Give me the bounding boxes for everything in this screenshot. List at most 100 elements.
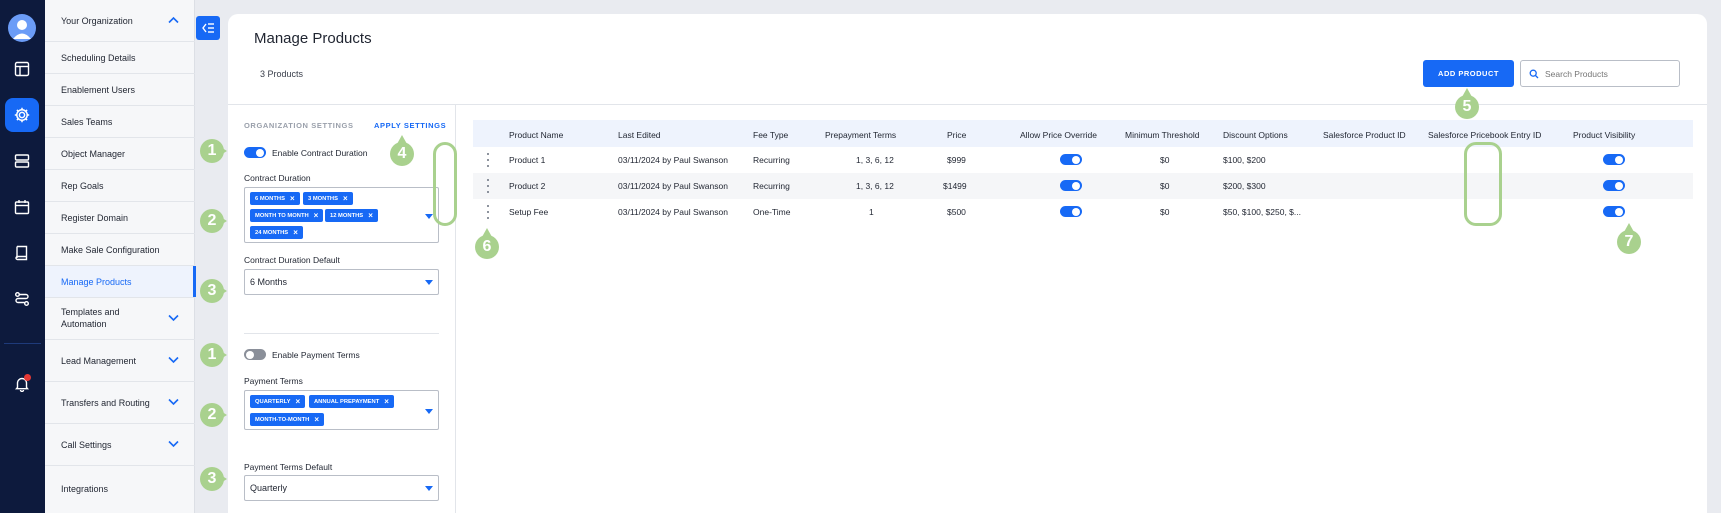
contract-duration-toggle[interactable] xyxy=(244,147,266,158)
chip-label: QUARTERLY xyxy=(255,398,291,405)
col-prepayment-terms[interactable]: Prepayment Terms xyxy=(825,130,896,140)
nav-item-make-sale-configuration[interactable]: Make Sale Configuration xyxy=(45,234,195,266)
nav-item-sales-teams[interactable]: Sales Teams xyxy=(45,106,195,138)
dropdown-caret-icon[interactable] xyxy=(425,486,433,491)
toggle-knob xyxy=(256,148,264,157)
remove-chip-icon[interactable]: × xyxy=(368,211,373,220)
col-allow-price-override[interactable]: Allow Price Override xyxy=(1020,130,1097,140)
settings-icon[interactable] xyxy=(5,98,39,132)
row-actions-kebab-icon[interactable] xyxy=(486,179,490,193)
cell-fee-type: Recurring xyxy=(753,155,790,165)
nav-group-call-settings[interactable]: Call Settings xyxy=(45,424,195,466)
notification-badge xyxy=(24,374,31,381)
add-product-button[interactable]: ADD PRODUCT xyxy=(1423,60,1514,87)
nav-item-enablement-users[interactable]: Enablement Users xyxy=(45,74,195,106)
book-icon[interactable] xyxy=(11,242,33,264)
price-override-toggle[interactable] xyxy=(1060,180,1082,191)
price-override-toggle[interactable] xyxy=(1060,206,1082,217)
dropdown-caret-icon[interactable] xyxy=(425,214,433,219)
cell-prepayment-terms: 1, 3, 6, 12 xyxy=(856,181,894,191)
chip-6-months[interactable]: 6 MONTHS × xyxy=(250,192,300,205)
chip-24-months[interactable]: 24 MONTHS × xyxy=(250,226,303,239)
nav-group-label: Templates and Automation xyxy=(61,307,120,329)
remove-chip-icon[interactable]: × xyxy=(314,415,319,424)
remove-chip-icon[interactable]: × xyxy=(343,194,348,203)
search-box[interactable] xyxy=(1520,60,1680,87)
col-price[interactable]: Price xyxy=(947,130,966,140)
dropdown-caret-icon[interactable] xyxy=(425,280,433,285)
dropdown-caret-icon[interactable] xyxy=(425,409,433,414)
nav-item-manage-products[interactable]: Manage Products xyxy=(45,266,196,298)
remove-chip-icon[interactable]: × xyxy=(296,397,301,406)
nav-item-label: Integrations xyxy=(61,483,109,494)
toggle-knob xyxy=(1615,155,1623,164)
cell-last-edited: 03/11/2024 by Paul Swanson xyxy=(618,207,728,217)
nav-item-integrations[interactable]: Integrations xyxy=(45,466,195,511)
chip-annual-prepayment[interactable]: ANNUAL PREPAYMENT × xyxy=(309,395,394,408)
workflow-icon[interactable] xyxy=(11,288,33,310)
main-card: Manage Products 3 Products ADD PRODUCT O… xyxy=(228,14,1707,513)
search-input[interactable] xyxy=(1545,68,1665,79)
price-override-toggle[interactable] xyxy=(1060,154,1082,165)
annotation-marker-6: 6 xyxy=(475,228,499,259)
section-divider xyxy=(244,333,439,334)
user-avatar-icon[interactable] xyxy=(8,14,36,42)
icon-rail xyxy=(0,0,45,513)
contract-duration-default-select[interactable]: 6 Months xyxy=(244,269,439,295)
cell-product-name: Product 1 xyxy=(509,155,546,165)
calendar-icon[interactable] xyxy=(11,196,33,218)
nav-section-your-organization[interactable]: Your Organization xyxy=(45,0,195,42)
chip-quarterly[interactable]: QUARTERLY × xyxy=(250,395,306,408)
nav-item-scheduling-details[interactable]: Scheduling Details xyxy=(45,42,195,74)
nav-group-templates-and-automation[interactable]: Templates and Automation xyxy=(45,298,195,340)
tab-organization-settings[interactable]: ORGANIZATION SETTINGS xyxy=(244,121,354,130)
remove-chip-icon[interactable]: × xyxy=(290,194,295,203)
nav-group-lead-management[interactable]: Lead Management xyxy=(45,340,195,382)
chip-label: 3 MONTHS xyxy=(308,195,338,202)
collapse-sidebar-button[interactable] xyxy=(196,16,220,40)
row-actions-kebab-icon[interactable] xyxy=(486,205,490,219)
chip-12-months[interactable]: 12 MONTHS × xyxy=(325,209,378,222)
contract-duration-multiselect[interactable]: 6 MONTHS × 3 MONTHS × MONTH TO MONTH × 12 M… xyxy=(244,187,439,243)
nav-item-register-domain[interactable]: Register Domain xyxy=(45,202,195,234)
selected-value: Quarterly xyxy=(250,483,288,493)
payment-terms-multiselect[interactable]: QUARTERLY × ANNUAL PREPAYMENT × MONTH-TO-M… xyxy=(244,390,439,430)
annotation-marker-4: 4 xyxy=(390,135,414,166)
chip-label: 6 MONTHS xyxy=(255,195,285,202)
table-row[interactable]: Product 1 03/11/2024 by Paul Swanson Rec… xyxy=(473,147,1693,173)
payment-terms-default-select[interactable]: Quarterly xyxy=(244,475,439,501)
dashboard-icon[interactable] xyxy=(11,58,33,80)
col-fee-type[interactable]: Fee Type xyxy=(753,130,788,140)
nav-section-label: Your Organization xyxy=(61,15,133,26)
annotation-outline-visibility xyxy=(1464,142,1502,226)
remove-chip-icon[interactable]: × xyxy=(314,211,319,220)
chip-3-months[interactable]: 3 MONTHS × xyxy=(303,192,353,205)
col-product-name[interactable]: Product Name xyxy=(509,130,563,140)
server-icon[interactable] xyxy=(11,150,33,172)
table-row[interactable]: Product 2 03/11/2024 by Paul Swanson Rec… xyxy=(473,173,1693,199)
col-minimum-threshold[interactable]: Minimum Threshold xyxy=(1125,130,1199,140)
product-visibility-toggle[interactable] xyxy=(1603,154,1625,165)
chip-month-to-month[interactable]: MONTH-TO-MONTH × xyxy=(250,413,324,426)
col-salesforce-pricebook-entry-id[interactable]: Salesforce Pricebook Entry ID xyxy=(1428,130,1541,140)
payment-terms-toggle[interactable] xyxy=(244,349,266,360)
nav-item-object-manager[interactable]: Object Manager xyxy=(45,138,195,170)
chevron-up-icon xyxy=(168,16,179,26)
table-row[interactable]: Setup Fee 03/11/2024 by Paul Swanson One… xyxy=(473,199,1693,225)
product-visibility-toggle[interactable] xyxy=(1603,206,1625,217)
col-last-edited[interactable]: Last Edited xyxy=(618,130,661,140)
nav-item-label: Object Manager xyxy=(61,148,126,159)
chip-month-to-month[interactable]: MONTH TO MONTH × xyxy=(250,209,324,222)
remove-chip-icon[interactable]: × xyxy=(384,397,389,406)
row-actions-kebab-icon[interactable] xyxy=(486,153,490,167)
col-product-visibility[interactable]: Product Visibility xyxy=(1573,130,1635,140)
cell-discount-options: $100, $200 xyxy=(1223,155,1266,165)
nav-group-transfers-and-routing[interactable]: Transfers and Routing xyxy=(45,382,195,424)
col-discount-options[interactable]: Discount Options xyxy=(1223,130,1288,140)
cell-price: $1499 xyxy=(943,181,967,191)
product-visibility-toggle[interactable] xyxy=(1603,180,1625,191)
tab-apply-settings[interactable]: APPLY SETTINGS xyxy=(374,121,446,130)
col-salesforce-product-id[interactable]: Salesforce Product ID xyxy=(1323,130,1406,140)
remove-chip-icon[interactable]: × xyxy=(293,228,298,237)
nav-item-rep-goals[interactable]: Rep Goals xyxy=(45,170,195,202)
